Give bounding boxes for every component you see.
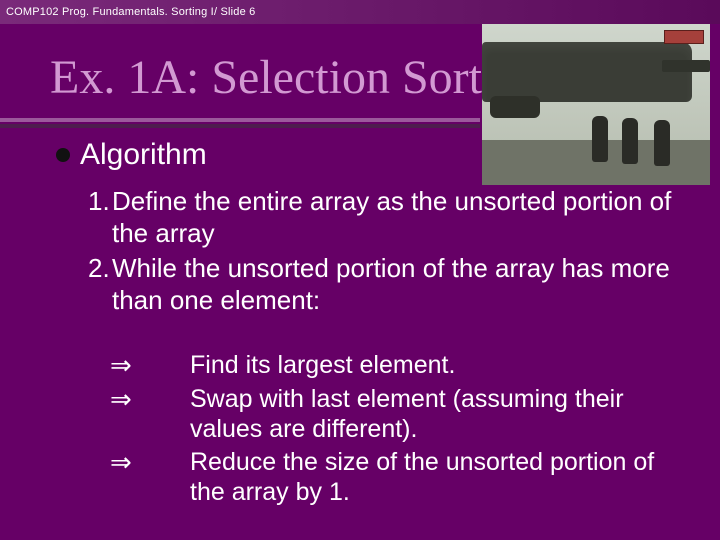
list-item: 1. Define the entire array as the unsort… xyxy=(88,186,690,249)
steps-list: 1. Define the entire array as the unsort… xyxy=(88,186,690,321)
substep-text: Swap with last element (assuming their v… xyxy=(190,384,680,445)
slide-header-text: COMP102 Prog. Fundamentals. Sorting I/ S… xyxy=(6,6,256,18)
title-underline xyxy=(0,118,480,122)
slide-header: COMP102 Prog. Fundamentals. Sorting I/ S… xyxy=(0,0,720,24)
list-item: ⇒ Find its largest element. xyxy=(110,350,680,382)
bullet-algorithm: Algorithm xyxy=(56,138,207,172)
substep-text: Reduce the size of the unsorted portion … xyxy=(190,447,680,508)
step-number: 1. xyxy=(88,186,112,218)
step-text: Define the entire array as the unsorted … xyxy=(112,186,690,249)
substeps-list: ⇒ Find its largest element. ⇒ Swap with … xyxy=(110,350,680,510)
arrow-icon: ⇒ xyxy=(110,350,190,382)
step-text: While the unsorted portion of the array … xyxy=(112,253,690,316)
arrow-icon: ⇒ xyxy=(110,384,190,416)
step-number: 2. xyxy=(88,253,112,285)
decorative-photo xyxy=(482,24,710,185)
bullet-label: Algorithm xyxy=(80,138,207,172)
list-item: ⇒ Swap with last element (assuming their… xyxy=(110,384,680,445)
slide-title: Ex. 1A: Selection Sort xyxy=(50,50,482,105)
list-item: ⇒ Reduce the size of the unsorted portio… xyxy=(110,447,680,508)
bullet-disc-icon xyxy=(56,148,70,162)
substep-text: Find its largest element. xyxy=(190,350,680,381)
list-item: 2. While the unsorted portion of the arr… xyxy=(88,253,690,316)
arrow-icon: ⇒ xyxy=(110,447,190,479)
